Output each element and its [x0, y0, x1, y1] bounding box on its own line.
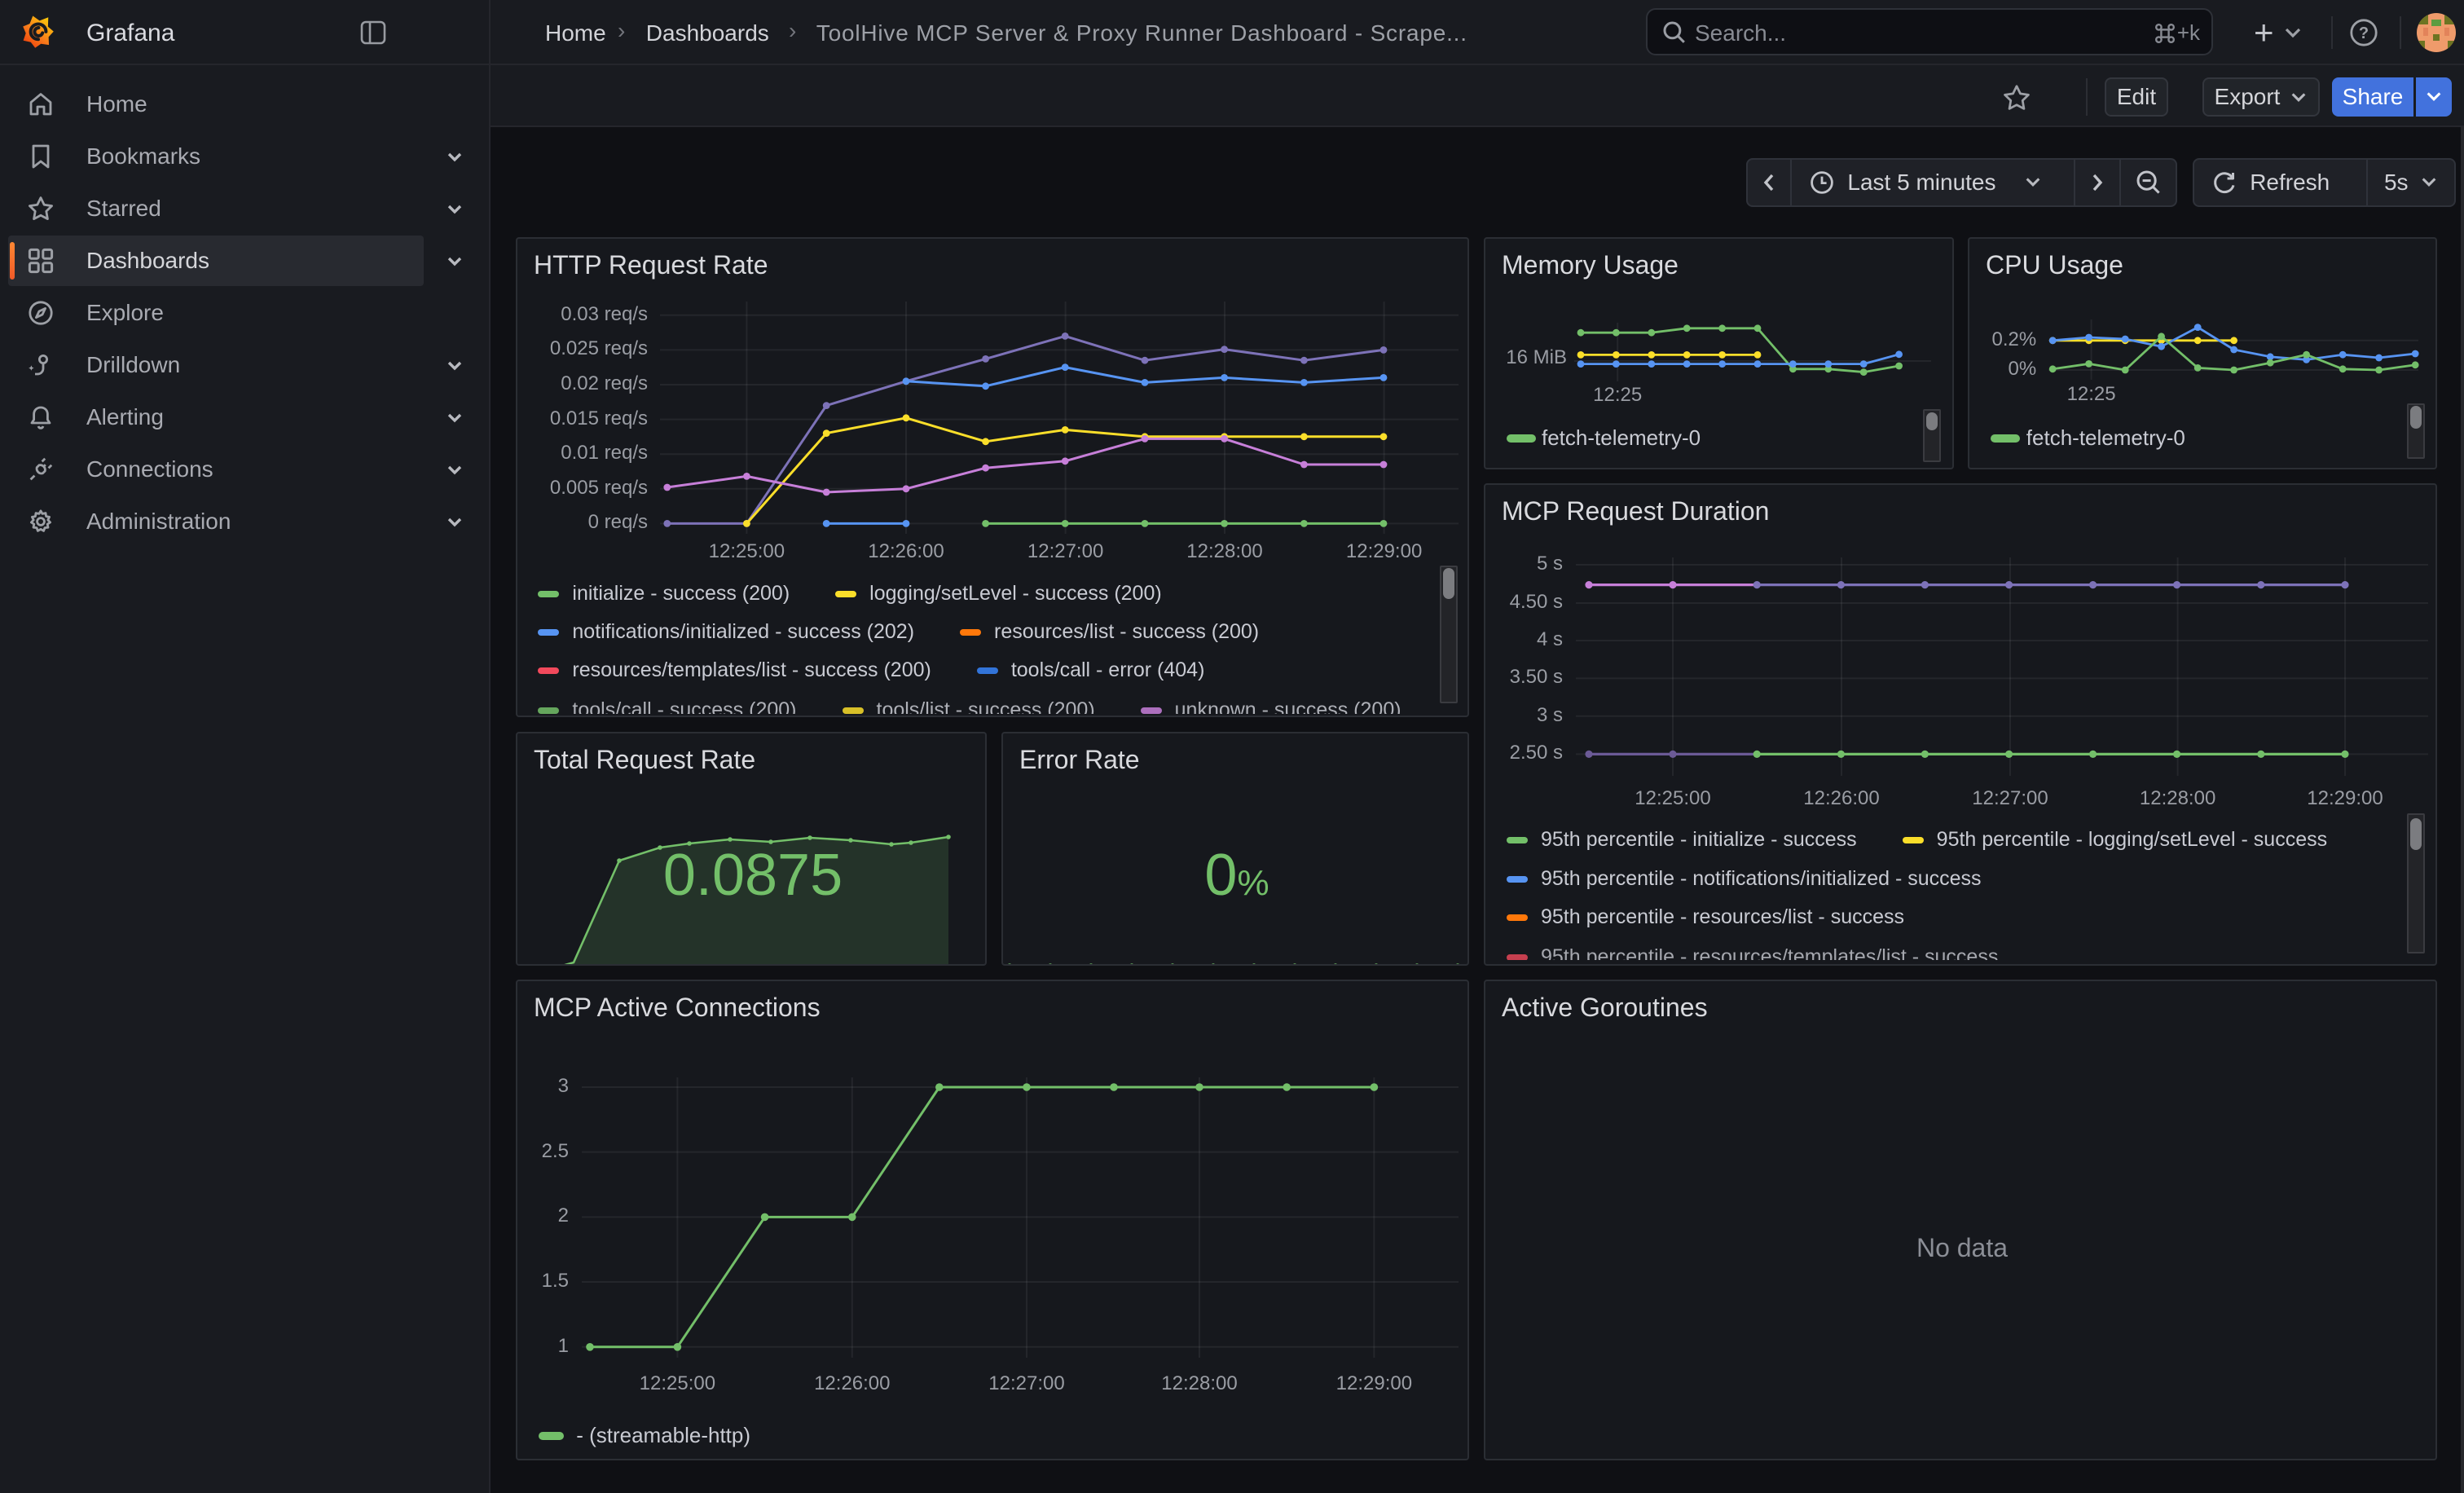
svg-text:?: ? [2359, 24, 2369, 42]
